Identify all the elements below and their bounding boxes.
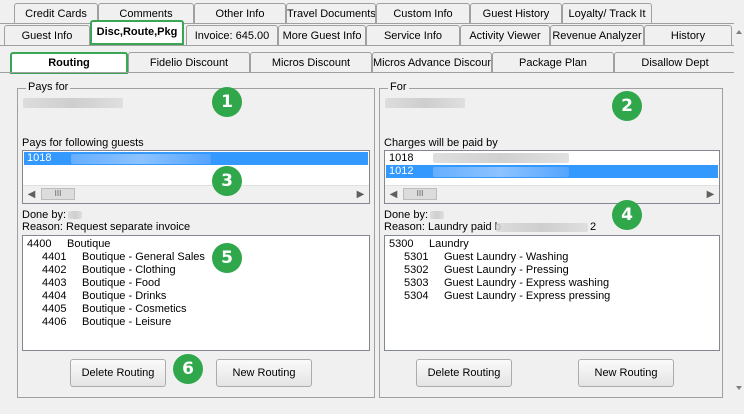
tab-micros-discount[interactable]: Micros Discount [250, 52, 372, 72]
tab-invoice[interactable]: Invoice: 645.00 [186, 25, 278, 45]
callout-badge-4: 4 [612, 200, 642, 230]
scroll-thumb[interactable]: III [403, 188, 437, 200]
tab-guest-info[interactable]: Guest Info [4, 25, 90, 45]
list-item[interactable]: 4402 Boutique - Clothing [24, 264, 368, 277]
callout-badge-5: 5 [212, 243, 242, 273]
tab-custom-info[interactable]: Custom Info [376, 3, 470, 23]
tab-package-plan[interactable]: Package Plan [492, 52, 614, 72]
charges-paid-by-label: Charges will be paid by [384, 137, 498, 149]
reason-label: Reason: Laundry paid b [384, 221, 501, 233]
list-item[interactable]: 4403 Boutique - Food [24, 277, 368, 290]
scroll-thumb[interactable]: III [41, 188, 75, 200]
tab-loyalty[interactable]: Loyalty/ Track It [562, 3, 652, 23]
tab-revenue-analyzer[interactable]: Revenue Analyzer [550, 25, 644, 45]
charges-paid-by-list[interactable]: 1018 1012 ◀ III ▶ [384, 150, 720, 204]
routed-items-list[interactable]: 4400 Boutique 4401 Boutique - General Sale… [22, 235, 370, 351]
callout-badge-2: 2 [612, 91, 642, 121]
scroll-right-icon[interactable]: ▶ [703, 187, 718, 202]
scroll-left-icon[interactable]: ◀ [24, 187, 39, 202]
tab-routing[interactable]: Routing [10, 52, 128, 74]
list-item[interactable]: 4401 Boutique - General Sales [24, 251, 368, 264]
list-item[interactable]: 4404 Boutique - Drinks [24, 290, 368, 303]
for-group: For Charges will be paid by 1018 1012 ◀ … [379, 81, 723, 398]
tab-row-3: Routing Fidelio Discount Micros Discount… [0, 52, 744, 74]
pays-for-guests-label: Pays for following guests [22, 137, 144, 149]
callout-badge-1: 1 [212, 87, 242, 117]
reason-label: Reason: Request separate invoice [22, 221, 191, 233]
tab-disallow-dept[interactable]: Disallow Dept [614, 52, 736, 72]
tab-more-guest-info[interactable]: More Guest Info [278, 25, 366, 45]
guest-name [433, 167, 569, 177]
done-by-label: Done by: [384, 209, 429, 221]
routed-items-list[interactable]: 5300 Laundry 5301 Guest Laundry - Washing … [384, 235, 720, 351]
list-item[interactable]: 4400 Boutique [24, 238, 368, 251]
tab-row-2-line [0, 45, 744, 46]
new-routing-button-right[interactable]: New Routing [578, 359, 674, 387]
callout-badge-3: 3 [212, 166, 242, 196]
scroll-right-icon[interactable]: ▶ [353, 187, 368, 202]
pays-for-group: Pays for Pays for following guests 1018 … [17, 81, 375, 398]
tab-disc-route-pkg[interactable]: Disc,Route,Pkg [90, 20, 184, 45]
scroll-left-icon[interactable]: ◀ [386, 187, 401, 202]
list-item[interactable]: 5304 Guest Laundry - Express pressing [386, 290, 718, 303]
scroll-down-icon[interactable] [736, 386, 742, 390]
horizontal-scrollbar[interactable]: ◀ III ▶ [385, 185, 719, 203]
guest-name [433, 153, 569, 163]
scroll-up-icon[interactable] [736, 30, 742, 34]
list-item[interactable]: 5301 Guest Laundry - Washing [386, 251, 718, 264]
callout-badge-6: 6 [173, 354, 203, 384]
for-name [385, 98, 465, 108]
tab-other-info[interactable]: Other Info [194, 3, 286, 23]
list-item[interactable]: 4406 Boutique - Leisure [24, 316, 368, 329]
horizontal-scrollbar[interactable]: ◀ III ▶ [23, 185, 369, 203]
tab-row-3-line [0, 72, 736, 73]
tab-history[interactable]: History [644, 25, 732, 45]
tab-row-2: Guest Info Disc,Route,Pkg Invoice: 645.0… [0, 20, 744, 47]
tab-micros-advance-discount[interactable]: Micros Advance Discount [372, 52, 492, 72]
list-item[interactable]: 5302 Guest Laundry - Pressing [386, 264, 718, 277]
tab-fidelio-discount[interactable]: Fidelio Discount [128, 52, 250, 72]
reason-redacted [496, 223, 588, 232]
pays-for-name [23, 98, 123, 108]
list-item[interactable]: 5303 Guest Laundry - Express washing [386, 277, 718, 290]
tab-travel-documents[interactable]: Travel Documents [286, 3, 376, 23]
vertical-scrollbar[interactable] [734, 0, 744, 414]
new-routing-button-left[interactable]: New Routing [216, 359, 312, 387]
list-item[interactable]: 5300 Laundry [386, 238, 718, 251]
tab-guest-history[interactable]: Guest History [470, 3, 562, 23]
tab-credit-cards[interactable]: Credit Cards [14, 3, 98, 23]
done-by-label: Done by: [22, 209, 67, 221]
reason-suffix: 2 [590, 221, 597, 233]
delete-routing-button-left[interactable]: Delete Routing [70, 359, 166, 387]
done-by-value [430, 211, 444, 219]
delete-routing-button-right[interactable]: Delete Routing [416, 359, 512, 387]
for-legend: For [388, 81, 409, 93]
list-item[interactable]: 4405 Boutique - Cosmetics [24, 303, 368, 316]
pays-for-guests-list[interactable]: 1018 ◀ III ▶ [22, 150, 370, 204]
guest-name [71, 154, 211, 164]
tab-service-info[interactable]: Service Info [366, 25, 460, 45]
tab-activity-viewer[interactable]: Activity Viewer [460, 25, 550, 45]
pays-for-legend: Pays for [26, 81, 71, 93]
done-by-value [68, 211, 82, 219]
